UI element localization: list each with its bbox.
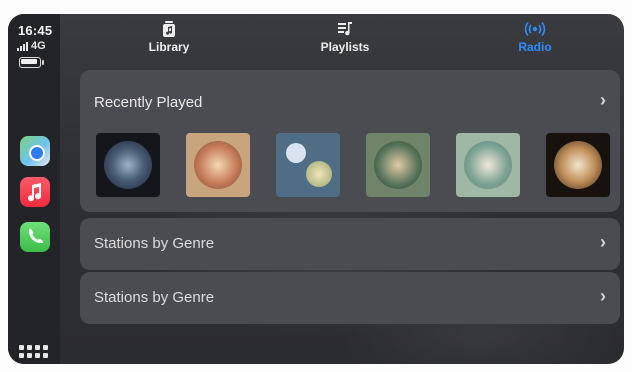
row-label: Stations by Genre bbox=[94, 289, 215, 306]
chevron-right-icon: › bbox=[600, 232, 606, 252]
album-art-1[interactable] bbox=[96, 133, 160, 197]
signal-status: 4G bbox=[17, 40, 46, 52]
recently-played-title: Recently Played bbox=[94, 94, 203, 111]
maps-app-icon[interactable] bbox=[20, 136, 50, 166]
stations-by-genre-row-2[interactable]: Stations by Genre › bbox=[80, 272, 620, 324]
album-art-4[interactable] bbox=[366, 133, 430, 197]
tab-playlists-label: Playlists bbox=[320, 40, 370, 54]
radio-icon bbox=[524, 21, 546, 37]
stations-by-genre-row-1[interactable]: Stations by Genre › bbox=[80, 218, 620, 270]
album-art-3[interactable] bbox=[276, 133, 340, 197]
tab-library-label: Library bbox=[148, 40, 190, 54]
music-app-icon[interactable] bbox=[20, 177, 50, 207]
tab-bar: Library Playlists Radio bbox=[60, 14, 624, 64]
album-list bbox=[96, 133, 610, 197]
row-label: Stations by Genre bbox=[94, 235, 215, 252]
tab-radio[interactable]: Radio bbox=[490, 20, 580, 54]
recently-played-panel[interactable]: Recently Played › bbox=[80, 70, 620, 212]
status-time: 16:45 bbox=[18, 23, 53, 38]
chevron-right-icon: › bbox=[600, 286, 606, 306]
playlist-icon bbox=[338, 22, 352, 36]
album-art-6[interactable] bbox=[546, 133, 610, 197]
battery-icon bbox=[19, 57, 44, 68]
carplay-screen: 16:45 4G Library Playlists Radio Recentl… bbox=[8, 14, 624, 364]
chevron-right-icon: › bbox=[600, 90, 606, 110]
album-art-2[interactable] bbox=[186, 133, 250, 197]
tab-playlists[interactable]: Playlists bbox=[300, 20, 390, 54]
network-type: 4G bbox=[31, 40, 46, 52]
side-dock: 16:45 4G bbox=[8, 14, 60, 364]
library-icon bbox=[163, 21, 175, 37]
device-frame: 16:45 4G Library Playlists Radio Recentl… bbox=[0, 0, 632, 372]
album-art-5[interactable] bbox=[456, 133, 520, 197]
phone-app-icon[interactable] bbox=[20, 222, 50, 252]
app-grid-icon[interactable] bbox=[19, 345, 48, 363]
tab-library[interactable]: Library bbox=[124, 20, 214, 54]
signal-bars-icon bbox=[17, 41, 28, 51]
tab-radio-label: Radio bbox=[518, 40, 552, 54]
